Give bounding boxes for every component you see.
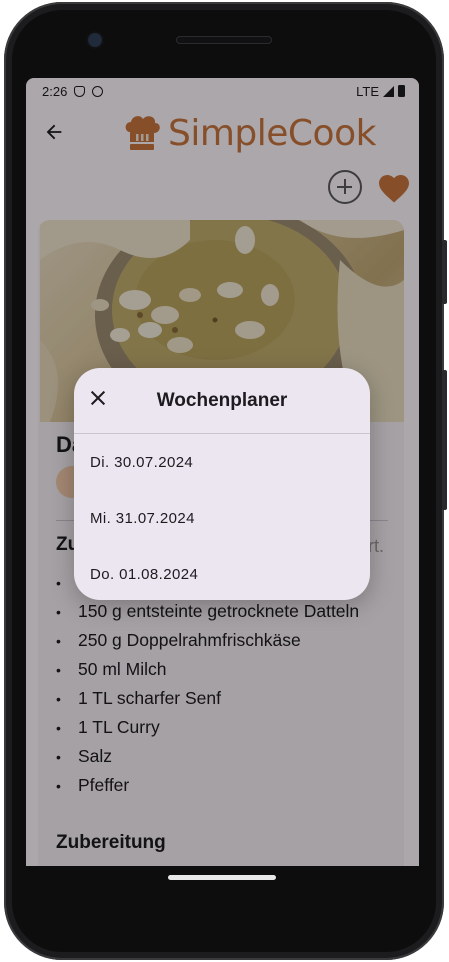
date-option[interactable]: Do. 01.08.2024 (74, 546, 370, 600)
date-option[interactable]: Di. 30.07.2024 (74, 434, 370, 490)
phone-frame: 2:26 LTE SimpleCook Da Zu rt. • • 150 g … (0, 0, 449, 962)
volume-button (442, 370, 447, 510)
date-list: Di. 30.07.2024 Mi. 31.07.2024 Do. 01.08.… (74, 434, 370, 600)
gesture-nav-handle[interactable] (168, 875, 276, 880)
dialog-title: Wochenplaner (156, 390, 288, 411)
week-planner-dialog: Wochenplaner Di. 30.07.2024 Mi. 31.07.20… (74, 368, 370, 600)
power-button (442, 240, 447, 304)
date-option[interactable]: Mi. 31.07.2024 (74, 490, 370, 546)
earpiece-speaker (176, 36, 272, 44)
dialog-header: Wochenplaner (74, 368, 370, 434)
screen: 2:26 LTE SimpleCook Da Zu rt. • • 150 g … (26, 78, 419, 866)
front-camera (88, 33, 102, 47)
